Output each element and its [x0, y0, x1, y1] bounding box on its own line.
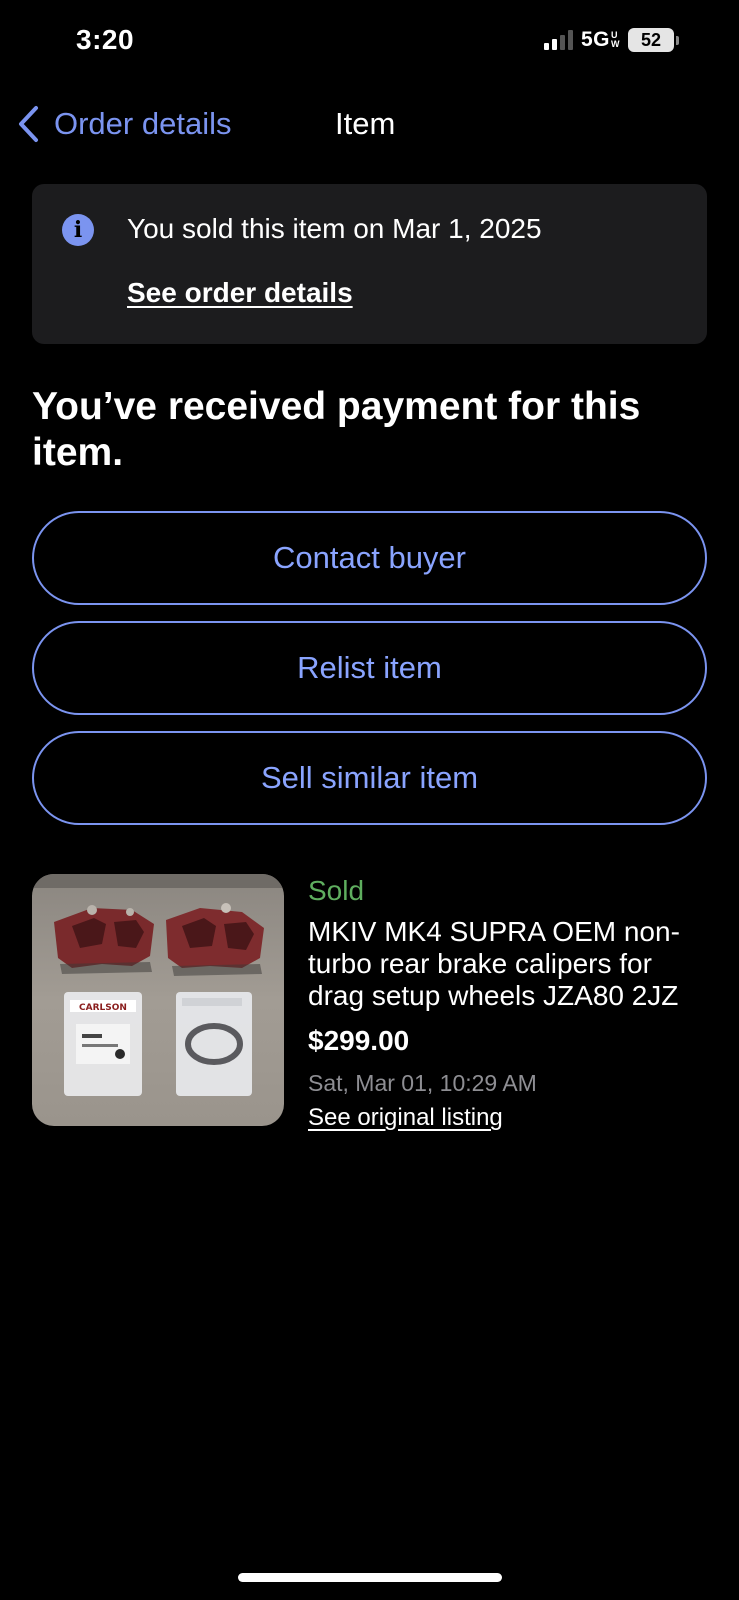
back-button[interactable]: Order details — [16, 104, 231, 144]
network-label: 5G — [580, 28, 610, 51]
network-indicator: 5G U W — [581, 28, 620, 52]
battery-icon: 52 — [628, 28, 679, 52]
status-bar: 3:20 5G U W 52 — [0, 0, 739, 84]
item-card[interactable]: CARLSON Sold MKIV MK4 SUPRA OEM non-turb… — [32, 874, 712, 1134]
item-title[interactable]: MKIV MK4 SUPRA OEM non-turbo rear brake … — [308, 916, 708, 1012]
back-label: Order details — [54, 106, 232, 141]
page-title: Item — [335, 106, 396, 141]
info-icon: i — [62, 214, 94, 246]
network-suffix: U W — [611, 30, 620, 49]
see-order-details-link[interactable]: See order details — [127, 277, 353, 309]
payment-headline: You’ve received payment for this item. — [32, 385, 641, 474]
relist-item-button[interactable]: Relist item — [32, 621, 707, 715]
sold-info-card: i You sold this item on Mar 1, 2025 See … — [32, 184, 707, 344]
sell-similar-item-button[interactable]: Sell similar item — [32, 731, 707, 825]
battery-level: 52 — [628, 28, 674, 52]
item-price: $299.00 — [308, 1025, 410, 1056]
status-indicators: 5G U W 52 — [543, 28, 679, 52]
item-photo[interactable]: CARLSON — [32, 874, 284, 1126]
chevron-left-icon — [16, 104, 40, 144]
contact-buyer-button[interactable]: Contact buyer — [32, 511, 707, 605]
item-photo-label: CARLSON — [79, 1003, 127, 1013]
sold-date: Sat, Mar 01, 10:29 AM — [308, 1070, 537, 1096]
status-time: 3:20 — [76, 24, 135, 55]
sold-status: Sold — [308, 875, 365, 906]
nav-bar: Order details Item — [0, 100, 739, 150]
signal-icon — [543, 30, 573, 50]
sold-info-text: You sold this item on Mar 1, 2025 — [127, 213, 542, 244]
home-indicator[interactable] — [238, 1573, 502, 1582]
item-details: Sold MKIV MK4 SUPRA OEM non-turbo rear b… — [308, 874, 708, 1134]
see-original-listing-link[interactable]: See original listing — [308, 1102, 503, 1134]
